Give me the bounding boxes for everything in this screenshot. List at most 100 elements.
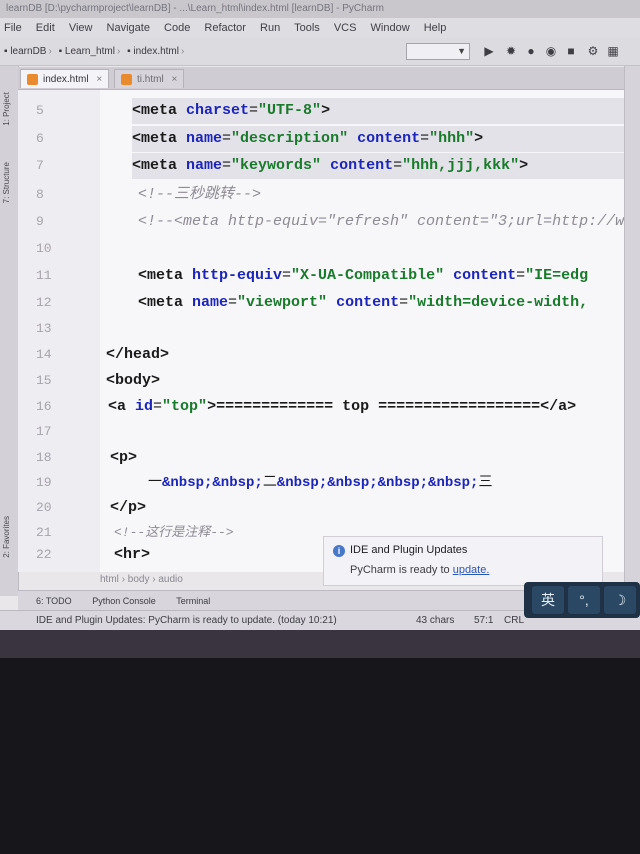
line-number: 16 — [36, 399, 52, 414]
html-entity: &nbsp;&nbsp;&nbsp;&nbsp; — [276, 475, 479, 491]
chevron-down-icon: ▼ — [457, 46, 466, 56]
status-message[interactable]: IDE and Plugin Updates: PyCharm is ready… — [36, 611, 337, 630]
attr-name: content — [453, 267, 517, 284]
menu-window[interactable]: Window — [371, 22, 410, 34]
breadcrumb-html[interactable]: html — [100, 574, 119, 585]
code-line-7: <meta name="keywords" content="hhh,jjj,k… — [132, 153, 624, 179]
menu-vcs[interactable]: VCS — [334, 22, 357, 34]
run-icon[interactable]: ▶ — [482, 44, 496, 58]
moon-icon[interactable]: ☽ — [604, 586, 636, 614]
notification-text: PyCharm is ready to — [350, 564, 453, 576]
menu-navigate[interactable]: Navigate — [107, 22, 150, 34]
close-icon[interactable]: × — [171, 74, 177, 85]
line-number: 12 — [36, 295, 52, 310]
bezel-edge — [0, 630, 640, 658]
editor-breadcrumbs: html › body › audio — [100, 572, 320, 588]
info-icon: i — [333, 545, 345, 557]
tag-name: <meta — [132, 130, 187, 147]
code-line-12: <meta name="viewport" content="width=dev… — [138, 290, 624, 316]
notification-title: IDE and Plugin Updates — [350, 544, 468, 556]
ide-update-notification[interactable]: i IDE and Plugin Updates PyCharm is read… — [323, 536, 603, 586]
right-tool-strip — [624, 66, 640, 596]
debug-icon[interactable]: ✹ — [504, 44, 518, 58]
tag-name: <meta — [132, 157, 187, 174]
project-tool-button[interactable]: 1: Project — [2, 92, 11, 126]
ime-punctuation-toggle[interactable]: °, — [568, 586, 600, 614]
menu-tools[interactable]: Tools — [294, 22, 320, 34]
code-line-11: <meta http-equiv="X-UA-Compatible" conte… — [138, 263, 624, 289]
structure-tool-button[interactable]: 7: Structure — [2, 162, 11, 203]
menu-view[interactable]: View — [69, 22, 93, 34]
equals: = — [282, 267, 292, 284]
code-editor[interactable]: <meta charset="UTF-8"> <meta name="descr… — [100, 90, 624, 572]
text-char: 三 — [478, 475, 493, 491]
equals: = — [393, 157, 403, 174]
equals: = — [153, 398, 163, 415]
python-console-tool-button[interactable]: Python Console — [92, 596, 156, 606]
nav-crumb-file[interactable]: ▪ index.html — [127, 38, 179, 66]
line-number: 13 — [36, 321, 52, 336]
profile-icon[interactable]: ◉ — [544, 44, 558, 58]
nav-crumb-label: index.html — [133, 46, 179, 57]
attr-value: "viewport" — [237, 294, 337, 311]
breadcrumb-audio[interactable]: audio — [158, 574, 182, 585]
tag-name: <meta — [138, 267, 193, 284]
ime-toolbar: 英 °, ☽ — [524, 582, 640, 618]
favorites-tool-button[interactable]: 2: Favorites — [2, 516, 11, 558]
code-line-8: <!--三秒跳转--> — [138, 186, 262, 203]
settings-icon[interactable]: ⚙ — [586, 44, 600, 58]
code-line-14: </head> — [106, 346, 170, 363]
caret-position[interactable]: 57:1 — [474, 611, 493, 630]
code-line-20: </p> — [110, 499, 147, 516]
line-separator[interactable]: CRL — [504, 611, 524, 630]
tab-ti-html[interactable]: ti.html × — [114, 69, 185, 88]
update-link[interactable]: update. — [453, 564, 490, 576]
attr-name: content — [330, 157, 394, 174]
ime-language-toggle[interactable]: 英 — [532, 586, 564, 614]
tag-name: <meta — [138, 294, 193, 311]
line-number: 8 — [36, 187, 44, 202]
chevron-right-icon: › — [48, 46, 52, 57]
left-tool-strip: 1: Project 7: Structure 2: Favorites — [0, 66, 19, 596]
line-number: 18 — [36, 450, 52, 465]
code-line-16: <a id="top">============= top ==========… — [108, 394, 624, 420]
run-configuration-select[interactable]: ▼ — [406, 43, 470, 60]
menu-help[interactable]: Help — [424, 22, 447, 34]
equals: = — [222, 130, 232, 147]
equals: = — [399, 294, 409, 311]
tag-close: > — [474, 130, 484, 147]
menu-bar: File Edit View Navigate Code Refactor Ru… — [0, 18, 640, 38]
equals: = — [228, 294, 238, 311]
line-number-gutter: 5 6 7 8 9 10 11 12 13 14 15 16 17 18 19 … — [18, 90, 100, 572]
tag-name: <meta — [132, 102, 187, 119]
line-number: 11 — [36, 268, 52, 283]
nav-crumb-label: Learn_html — [64, 46, 115, 57]
menu-edit[interactable]: Edit — [36, 22, 55, 34]
breadcrumb-body[interactable]: body — [128, 574, 150, 585]
code-line-15: <body> — [106, 372, 161, 389]
attr-name: http-equiv — [192, 267, 283, 284]
line-number: 17 — [36, 424, 52, 439]
close-icon[interactable]: × — [96, 74, 102, 85]
coverage-icon[interactable]: ● — [524, 44, 538, 58]
attr-value: "UTF-8" — [258, 102, 322, 119]
code-line-19: 一&nbsp;&nbsp;二&nbsp;&nbsp;&nbsp;&nbsp;三 — [148, 470, 624, 496]
pycharm-window: learnDB [D:\pycharmproject\learnDB] - ..… — [0, 0, 640, 630]
nav-crumb-folder[interactable]: ▪ Learn_html — [59, 38, 115, 66]
menu-file[interactable]: File — [4, 22, 22, 34]
project-structure-icon[interactable]: ▦ — [606, 44, 620, 58]
text-char: 二 — [262, 475, 277, 491]
menu-run[interactable]: Run — [260, 22, 280, 34]
todo-tool-button[interactable]: 6: TODO — [36, 596, 72, 606]
stop-icon[interactable]: ■ — [564, 44, 578, 58]
equals: = — [516, 267, 526, 284]
menu-refactor[interactable]: Refactor — [204, 22, 246, 34]
text-char: 一 — [148, 475, 162, 491]
terminal-tool-button[interactable]: Terminal — [176, 596, 210, 606]
equals: = — [222, 157, 232, 174]
attr-value: "hhh" — [429, 130, 475, 147]
nav-crumb-project[interactable]: ▪ learnDB — [4, 38, 46, 66]
menu-code[interactable]: Code — [164, 22, 190, 34]
editor-tab-bar: index.html × ti.html × — [18, 67, 640, 90]
tab-index-html[interactable]: index.html × — [20, 69, 110, 88]
